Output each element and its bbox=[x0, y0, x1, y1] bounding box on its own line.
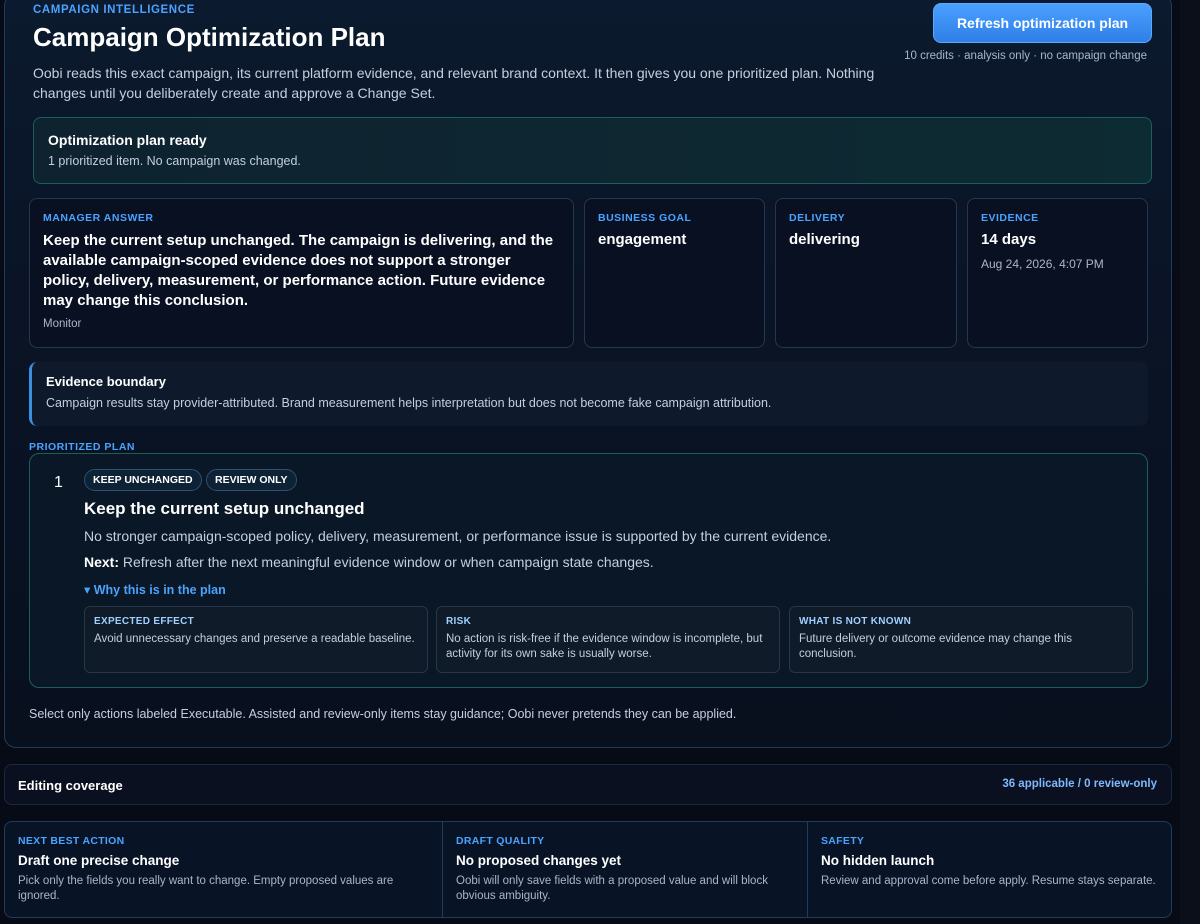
next-best-action-cell: NEXT BEST ACTION Draft one precise chang… bbox=[5, 822, 442, 917]
plan-item-next: Next: Refresh after the next meaningful … bbox=[84, 554, 654, 570]
coverage-count: 36 applicable / 0 review-only bbox=[1002, 778, 1157, 790]
draft-quality-cell: DRAFT QUALITY No proposed changes yet Oo… bbox=[442, 822, 807, 917]
plan-item-number: 1 bbox=[54, 474, 63, 491]
not-known-card: WHAT IS NOT KNOWN Future delivery or out… bbox=[789, 606, 1133, 673]
draft-quality-label: DRAFT QUALITY bbox=[456, 835, 545, 847]
change-set-guidance: NEXT BEST ACTION Draft one precise chang… bbox=[4, 821, 1172, 918]
safety-text: Review and approval come before apply. R… bbox=[821, 875, 1156, 887]
delivery-card: DELIVERY delivering bbox=[775, 198, 957, 348]
business-goal-card: BUSINESS GOAL engagement bbox=[584, 198, 765, 348]
plan-ready-banner: Optimization plan ready 1 prioritized it… bbox=[33, 117, 1152, 184]
next-label: Next: bbox=[84, 554, 120, 570]
page-description: Oobi reads this exact campaign, its curr… bbox=[33, 65, 875, 101]
boundary-title: Evidence boundary bbox=[46, 374, 166, 389]
page-title: Campaign Optimization Plan bbox=[33, 22, 386, 52]
page-scrollbar[interactable] bbox=[1180, 0, 1200, 924]
business-goal-label: BUSINESS GOAL bbox=[598, 212, 692, 224]
risk-label: RISK bbox=[446, 616, 472, 627]
next-best-action-label: NEXT BEST ACTION bbox=[18, 835, 125, 847]
safety-label: SAFETY bbox=[821, 835, 865, 847]
evidence-date: Aug 24, 2026, 4:07 PM bbox=[981, 257, 1104, 271]
expected-effect-card: EXPECTED EFFECT Avoid unnecessary change… bbox=[84, 606, 428, 673]
risk-card: RISK No action is risk-free if the evide… bbox=[436, 606, 780, 673]
refresh-plan-button[interactable]: Refresh optimization plan bbox=[933, 3, 1152, 43]
plan-footnote: Select only actions labeled Executable. … bbox=[29, 707, 737, 721]
evidence-boundary-note: Evidence boundary Campaign results stay … bbox=[29, 362, 1148, 426]
risk-text: No action is risk-free if the evidence w… bbox=[446, 633, 763, 660]
evidence-label: EVIDENCE bbox=[981, 212, 1039, 224]
expected-effect-text: Avoid unnecessary changes and preserve a… bbox=[94, 633, 415, 645]
expected-effect-label: EXPECTED EFFECT bbox=[94, 616, 195, 627]
manager-answer-footer: Monitor bbox=[43, 318, 82, 330]
next-best-action-text: Pick only the fields you really want to … bbox=[18, 875, 394, 902]
section-eyebrow: CAMPAIGN INTELLIGENCE bbox=[33, 4, 195, 16]
next-best-action-title: Draft one precise change bbox=[18, 853, 180, 868]
ready-subtitle: 1 prioritized item. No campaign was chan… bbox=[48, 154, 301, 168]
delivery-label: DELIVERY bbox=[789, 212, 846, 224]
safety-title: No hidden launch bbox=[821, 853, 935, 868]
ready-title: Optimization plan ready bbox=[48, 132, 207, 148]
draft-quality-text: Oobi will only save fields with a propos… bbox=[456, 875, 768, 902]
evidence-card: EVIDENCE 14 days Aug 24, 2026, 4:07 PM bbox=[967, 198, 1148, 348]
editing-coverage-bar[interactable]: Editing coverage 36 applicable / 0 revie… bbox=[4, 764, 1172, 805]
coverage-title: Editing coverage bbox=[18, 778, 123, 793]
tag-review-only: REVIEW ONLY bbox=[206, 469, 297, 491]
evidence-value: 14 days bbox=[981, 231, 1037, 248]
why-in-plan-toggle[interactable]: ▾ Why this is in the plan bbox=[84, 582, 226, 597]
tag-keep-unchanged: KEEP UNCHANGED bbox=[84, 469, 202, 491]
next-text: Refresh after the next meaningful eviden… bbox=[122, 554, 654, 570]
prioritized-plan-label: PRIORITIZED PLAN bbox=[29, 441, 136, 453]
plan-item-title: Keep the current setup unchanged bbox=[84, 499, 365, 518]
manager-answer-label: MANAGER ANSWER bbox=[43, 212, 154, 224]
plan-item-card: 1 KEEP UNCHANGED REVIEW ONLY Keep the cu… bbox=[29, 453, 1148, 688]
credits-note: 10 credits · analysis only · no campaign… bbox=[904, 50, 1147, 62]
optimization-panel: CAMPAIGN INTELLIGENCE Campaign Optimizat… bbox=[4, 0, 1172, 748]
manager-answer-card: MANAGER ANSWER Keep the current setup un… bbox=[29, 198, 574, 348]
business-goal-value: engagement bbox=[598, 231, 687, 248]
draft-quality-title: No proposed changes yet bbox=[456, 853, 622, 868]
plan-item-description: No stronger campaign-scoped policy, deli… bbox=[84, 528, 832, 544]
not-known-text: Future delivery or outcome evidence may … bbox=[799, 633, 1072, 660]
manager-answer-text: Keep the current setup unchanged. The ca… bbox=[43, 232, 554, 309]
safety-cell: SAFETY No hidden launch Review and appro… bbox=[807, 822, 1171, 917]
not-known-label: WHAT IS NOT KNOWN bbox=[799, 616, 912, 627]
delivery-value: delivering bbox=[789, 231, 860, 248]
boundary-text: Campaign results stay provider-attribute… bbox=[46, 396, 772, 410]
